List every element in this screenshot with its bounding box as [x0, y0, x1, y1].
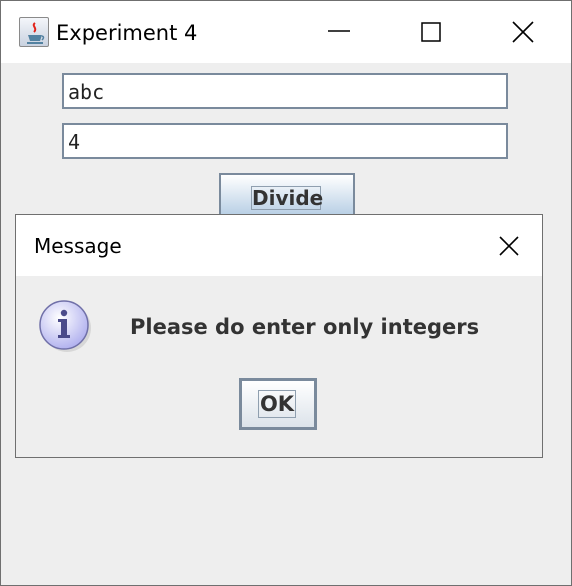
divide-button[interactable]: Divide: [219, 173, 355, 217]
divide-button-label: Divide: [251, 186, 324, 210]
close-button[interactable]: [477, 1, 569, 63]
dialog-titlebar[interactable]: Message: [16, 215, 542, 276]
dividend-text-field[interactable]: abc: [62, 73, 508, 109]
info-icon: [36, 297, 94, 359]
minimize-button[interactable]: [293, 1, 385, 63]
dialog-message: Please do enter only integers: [130, 315, 480, 339]
dialog-close-button[interactable]: [486, 225, 530, 265]
message-dialog: Message Please do enter only integers OK: [15, 214, 543, 458]
maximize-button[interactable]: [385, 1, 477, 63]
close-icon: [499, 236, 519, 256]
window-title: Experiment 4: [56, 21, 198, 45]
window-titlebar[interactable]: Experiment 4: [1, 1, 571, 63]
ok-button[interactable]: OK: [239, 378, 317, 430]
dialog-title: Message: [34, 234, 122, 258]
ok-button-label: OK: [258, 390, 296, 418]
divisor-text-field[interactable]: 4: [62, 123, 508, 159]
maximize-icon: [421, 22, 441, 42]
minimize-icon: [328, 30, 350, 32]
java-coffee-icon: [19, 17, 49, 47]
close-icon: [512, 21, 534, 43]
